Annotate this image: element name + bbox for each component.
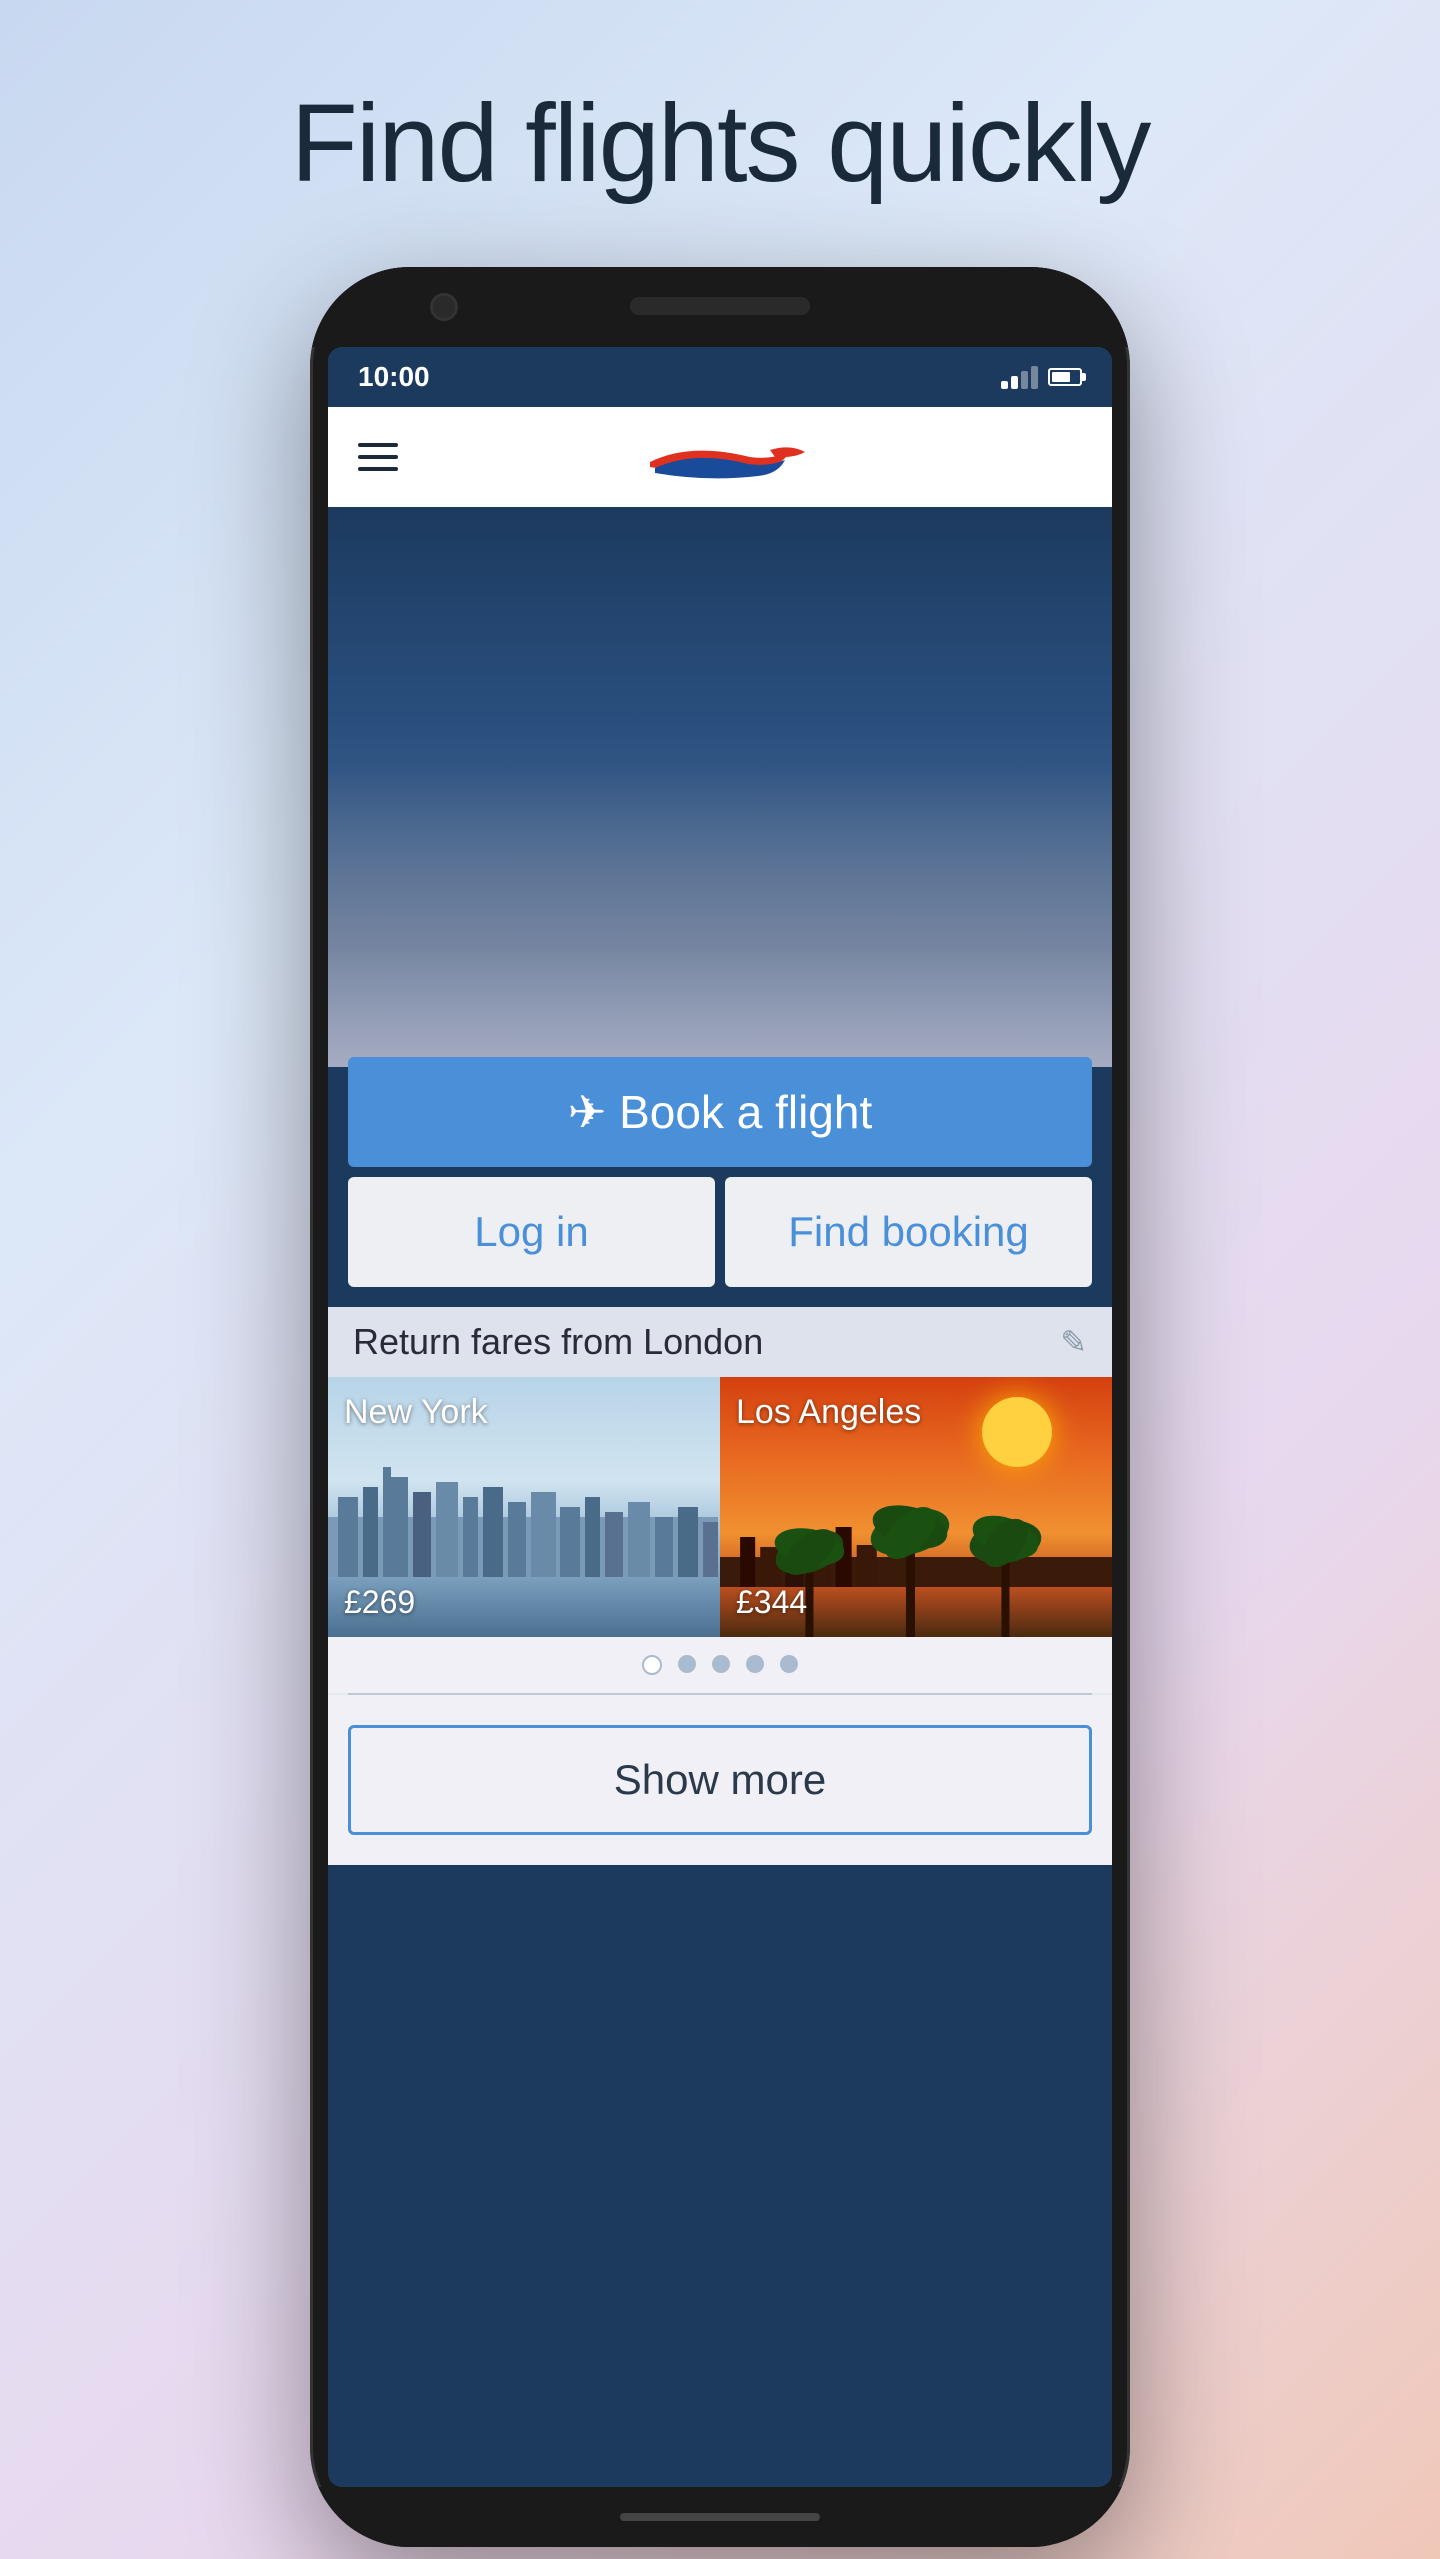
- losangeles-label: Los Angeles: [736, 1393, 921, 1432]
- carousel-dot-3[interactable]: [712, 1655, 730, 1673]
- return-fares-section: Return fares from London ✎: [328, 1307, 1112, 1865]
- phone-device: 10:00: [310, 267, 1130, 2547]
- carousel-dot-2[interactable]: [678, 1655, 696, 1673]
- carousel-dots: [328, 1637, 1112, 1693]
- show-more-container: Show more: [328, 1695, 1112, 1865]
- signal-bar-3: [1021, 371, 1028, 389]
- menu-line-2: [358, 455, 398, 459]
- phone-speaker: [630, 297, 810, 315]
- carousel-dot-1[interactable]: [642, 1655, 662, 1675]
- destination-card-newyork[interactable]: New York £269: [328, 1377, 720, 1637]
- phone-bottom-bezel: [310, 2487, 1130, 2547]
- signal-bar-2: [1011, 376, 1018, 389]
- ba-logo-svg: [630, 432, 810, 482]
- secondary-buttons-row: Log in Find booking: [348, 1177, 1092, 1287]
- newyork-skyline-icon: [328, 1457, 718, 1577]
- home-indicator: [620, 2513, 820, 2521]
- hero-clouds: [328, 767, 1112, 1067]
- destination-cards: New York £269: [328, 1377, 1112, 1637]
- status-icons: [1001, 365, 1082, 389]
- return-fares-header: Return fares from London ✎: [328, 1307, 1112, 1377]
- app-header: [328, 407, 1112, 507]
- newyork-label: New York: [344, 1393, 488, 1432]
- show-more-button[interactable]: Show more: [348, 1725, 1092, 1835]
- ba-logo: [630, 432, 810, 482]
- losangeles-price: £344: [736, 1584, 807, 1621]
- phone-screen: 10:00: [328, 347, 1112, 2487]
- phone-top-bezel: [310, 267, 1130, 347]
- hamburger-menu-icon[interactable]: [358, 443, 398, 471]
- status-time: 10:00: [358, 361, 430, 393]
- carousel-dot-5[interactable]: [780, 1655, 798, 1673]
- phone-camera: [430, 293, 458, 321]
- menu-line-1: [358, 443, 398, 447]
- battery-icon: [1048, 368, 1082, 386]
- destination-card-losangeles[interactable]: Los Angeles £344: [720, 1377, 1112, 1637]
- cta-buttons-section: ✈ Book a flight Log in Find booking: [328, 1057, 1112, 1287]
- signal-bar-1: [1001, 381, 1008, 389]
- signal-icon: [1001, 365, 1038, 389]
- login-button[interactable]: Log in: [348, 1177, 715, 1287]
- newyork-price: £269: [344, 1584, 415, 1621]
- carousel-dot-4[interactable]: [746, 1655, 764, 1673]
- edit-icon[interactable]: ✎: [1060, 1323, 1087, 1361]
- return-fares-title: Return fares from London: [353, 1321, 763, 1363]
- find-booking-button[interactable]: Find booking: [725, 1177, 1092, 1287]
- status-bar: 10:00: [328, 347, 1112, 407]
- menu-line-3: [358, 467, 398, 471]
- signal-bar-4: [1031, 366, 1038, 389]
- book-flight-button[interactable]: ✈ Book a flight: [348, 1057, 1092, 1167]
- page-headline: Find flights quickly: [291, 80, 1150, 207]
- hero-area: [328, 507, 1112, 1067]
- battery-fill: [1052, 372, 1070, 382]
